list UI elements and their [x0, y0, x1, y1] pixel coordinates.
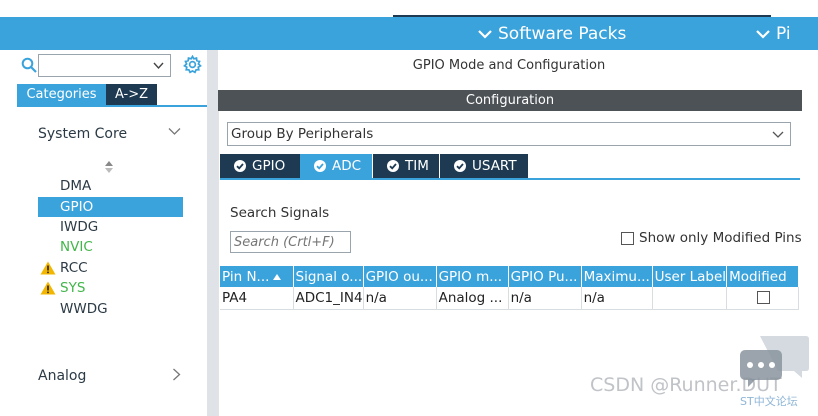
chevron-down-icon — [756, 30, 770, 39]
sidebar-item-label: GPIO — [60, 199, 94, 215]
watermark-subtext: ST中文论坛 — [740, 395, 798, 408]
column-header-pin[interactable]: Pin N... — [220, 266, 294, 287]
search-icon[interactable] — [21, 57, 37, 73]
chevron-down-icon[interactable] — [168, 127, 181, 136]
cell-maximum: n/a — [581, 287, 653, 310]
category-search-combobox[interactable] — [38, 54, 171, 77]
tab-tim[interactable]: TIM — [373, 154, 439, 178]
top-strip-dark — [393, 0, 771, 17]
sidebar-item-iwdg[interactable]: IWDG — [38, 217, 183, 237]
sidebar-item-dma[interactable]: DMA — [38, 176, 183, 196]
top-strip-right — [771, 0, 818, 17]
peripheral-tab-underline — [220, 178, 800, 180]
group-by-value: Group By Peripherals — [231, 126, 374, 142]
sidebar-item-gpio[interactable]: GPIO — [38, 197, 183, 217]
panel-title: GPIO Mode and Configuration — [412, 58, 606, 73]
tab-label: USART — [472, 158, 517, 174]
chevron-down-icon — [772, 131, 784, 138]
sidebar-item-sys[interactable]: SYS — [38, 278, 183, 298]
show-modified-checkbox[interactable]: Show only Modified Pins — [621, 230, 802, 246]
column-header-modified[interactable]: Modified — [726, 266, 800, 287]
table-header-row: Pin N... Signal o... GPIO ou... GPIO m..… — [220, 266, 800, 287]
cell-modified — [726, 287, 800, 310]
search-signals-label: Search Signals — [230, 205, 330, 221]
sidebar-item-wwdg[interactable]: WWDG — [38, 299, 183, 319]
chevron-down-icon — [153, 62, 164, 70]
sidebar-item-nvic[interactable]: NVIC — [38, 237, 183, 257]
sidebar-item-label: SYS — [60, 280, 86, 296]
main-toolbar — [0, 17, 818, 50]
cell-gpio-mode: Analog ... — [436, 287, 509, 310]
tab-gpio[interactable]: GPIO — [220, 154, 300, 178]
tab-label: GPIO — [252, 158, 286, 174]
system-core-header[interactable]: System Core — [38, 126, 127, 142]
tab-label: TIM — [405, 158, 429, 174]
sidebar-item-label: RCC — [60, 260, 88, 276]
search-signals-input[interactable] — [230, 231, 351, 253]
tab-adc[interactable]: ADC — [300, 154, 372, 178]
top-strip-left — [0, 0, 393, 17]
analog-header[interactable]: Analog — [38, 368, 86, 384]
column-header-user-label[interactable]: User Label — [652, 266, 728, 287]
table-row[interactable]: PA4 ADC1_IN4 n/a Analog ... n/a n/a — [220, 287, 800, 310]
sidebar-item-label: WWDG — [60, 301, 108, 317]
warning-icon — [40, 281, 56, 295]
show-modified-label: Show only Modified Pins — [639, 230, 802, 246]
cell-pin: PA4 — [220, 287, 294, 310]
modified-checkbox[interactable] — [757, 291, 771, 305]
cell-gpio-output: n/a — [363, 287, 437, 310]
warning-icon — [40, 261, 56, 275]
cell-signal: ADC1_IN4 — [293, 287, 364, 310]
cell-user-label[interactable] — [652, 287, 728, 310]
sidebar-item-label: IWDG — [60, 219, 99, 235]
column-header-gpio-pull[interactable]: GPIO Pu... — [508, 266, 582, 287]
sort-ascending-icon — [273, 273, 282, 280]
software-packs-label: Software Packs — [498, 24, 627, 44]
column-header-pin-label: Pin N... — [222, 268, 270, 285]
pinout-menu[interactable]: Pi — [756, 24, 791, 44]
sort-icon[interactable] — [104, 160, 114, 174]
signals-table: Pin N... Signal o... GPIO ou... GPIO m..… — [220, 266, 800, 310]
tab-underline — [17, 105, 207, 107]
check-circle-icon — [387, 160, 399, 172]
tab-categories[interactable]: Categories — [17, 84, 106, 105]
sidebar-item-label: DMA — [60, 178, 92, 194]
sidebar-item-rcc[interactable]: RCC — [38, 258, 183, 278]
check-circle-icon — [454, 160, 466, 172]
column-header-gpio-output[interactable]: GPIO ou... — [363, 266, 437, 287]
chevron-down-icon — [478, 30, 492, 39]
software-packs-menu[interactable]: Software Packs — [478, 24, 626, 44]
tab-label: ADC — [332, 158, 362, 174]
gear-icon[interactable] — [183, 55, 202, 74]
column-header-maximum[interactable]: Maximu... — [581, 266, 653, 287]
tab-a-to-z[interactable]: A->Z — [106, 84, 157, 105]
panel-splitter[interactable] — [207, 50, 218, 416]
check-circle-icon — [314, 160, 326, 172]
group-by-select[interactable]: Group By Peripherals — [227, 122, 791, 146]
column-header-gpio-mode[interactable]: GPIO m... — [436, 266, 509, 287]
check-circle-icon — [234, 160, 246, 172]
cell-gpio-pull: n/a — [508, 287, 582, 310]
chat-bubble-logo-icon — [740, 336, 809, 387]
tab-usart[interactable]: USART — [440, 154, 528, 178]
column-header-signal[interactable]: Signal o... — [293, 266, 364, 287]
checkbox[interactable] — [621, 231, 634, 245]
chevron-right-icon[interactable] — [172, 368, 181, 381]
configuration-header: Configuration — [218, 90, 802, 111]
sidebar-item-label: NVIC — [60, 239, 93, 255]
pinout-label: Pi — [776, 24, 791, 44]
